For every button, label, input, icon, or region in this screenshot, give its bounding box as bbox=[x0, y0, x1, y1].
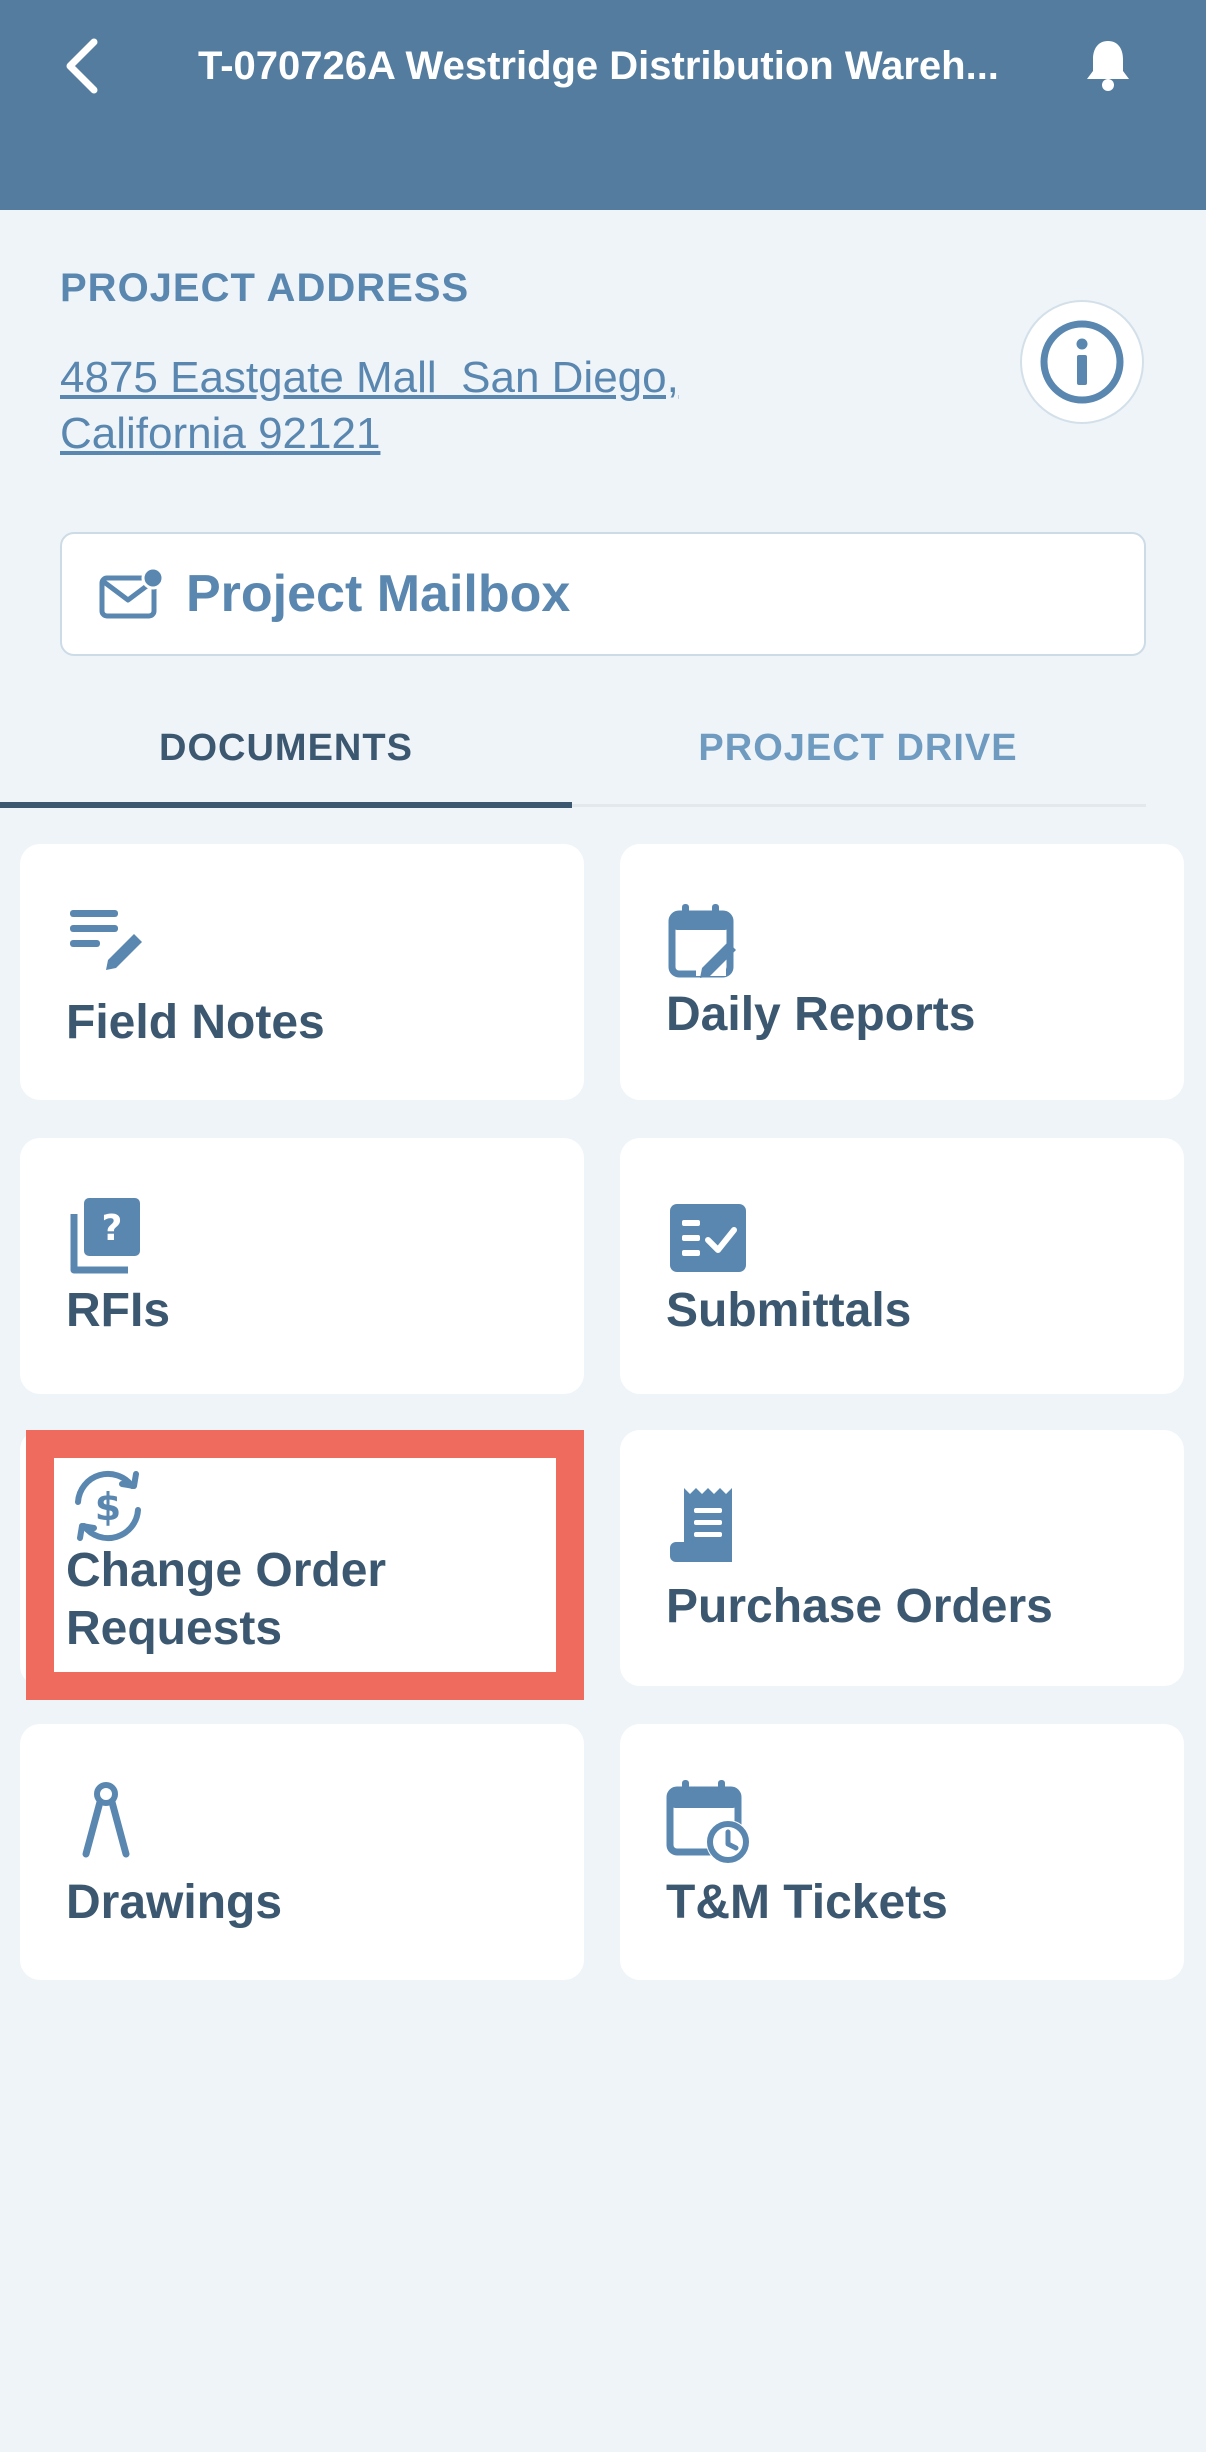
receipt-icon bbox=[670, 1488, 732, 1562]
drawings-label: Drawings bbox=[66, 1876, 283, 1929]
project-mailbox-button[interactable]: Project Mailbox bbox=[60, 532, 1146, 656]
back-button[interactable] bbox=[52, 30, 112, 102]
svg-text:?: ? bbox=[102, 1208, 123, 1249]
submittals-tile[interactable]: Submittals bbox=[620, 1138, 1184, 1394]
active-tab-indicator bbox=[0, 802, 572, 808]
project-mailbox-label: Project Mailbox bbox=[186, 565, 571, 623]
notifications-button[interactable] bbox=[1080, 34, 1136, 96]
chevron-left-icon bbox=[66, 38, 98, 94]
dollar-sync-icon: $ bbox=[75, 1470, 141, 1542]
change-order-requests-tile[interactable]: $ Change Order Requests bbox=[20, 1430, 584, 1686]
project-info-button[interactable] bbox=[1020, 300, 1144, 424]
field-notes-tile[interactable]: Field Notes bbox=[20, 844, 584, 1100]
project-address-link[interactable]: 4875 Eastgate Mall San Diego, California… bbox=[60, 350, 820, 462]
tab-documents[interactable]: DOCUMENTS bbox=[0, 690, 572, 806]
svg-text:$: $ bbox=[95, 1485, 121, 1529]
checklist-icon bbox=[670, 1204, 746, 1272]
rfis-tile[interactable]: ? RFIs bbox=[20, 1138, 584, 1394]
rfis-label: RFIs bbox=[66, 1284, 171, 1337]
compass-icon bbox=[82, 1782, 130, 1858]
drawings-tile[interactable]: Drawings bbox=[20, 1724, 584, 1980]
address-line-1: 4875 Eastgate Mall San Diego, bbox=[60, 353, 679, 402]
purchase-orders-tile[interactable]: Purchase Orders bbox=[620, 1430, 1184, 1686]
mail-notification-icon bbox=[99, 566, 164, 619]
calendar-clock-icon bbox=[666, 1780, 750, 1864]
change-order-label-line-2: Requests bbox=[66, 1602, 283, 1655]
field-notes-label: Field Notes bbox=[66, 996, 325, 1049]
tm-tickets-tile[interactable]: T&M Tickets bbox=[620, 1724, 1184, 1980]
change-order-requests-label: Change Order Requests bbox=[66, 1542, 386, 1658]
daily-reports-label: Daily Reports bbox=[666, 988, 976, 1041]
question-document-icon: ? bbox=[70, 1198, 140, 1274]
app-header: T-070726A Westridge Distribution Wareh..… bbox=[0, 0, 1206, 210]
submittals-label: Submittals bbox=[666, 1284, 912, 1337]
calendar-edit-icon bbox=[668, 904, 736, 978]
project-address-heading: PROJECT ADDRESS bbox=[60, 266, 470, 310]
tab-divider bbox=[572, 804, 1146, 807]
info-icon bbox=[1040, 320, 1124, 404]
notes-edit-icon bbox=[70, 910, 142, 970]
purchase-orders-label: Purchase Orders bbox=[666, 1580, 1053, 1633]
project-title: T-070726A Westridge Distribution Wareh..… bbox=[198, 44, 999, 88]
tm-tickets-label: T&M Tickets bbox=[666, 1876, 948, 1929]
address-line-2: California 92121 bbox=[60, 409, 381, 458]
bell-icon bbox=[1087, 41, 1129, 91]
change-order-label-line-1: Change Order bbox=[66, 1544, 387, 1597]
daily-reports-tile[interactable]: Daily Reports bbox=[620, 844, 1184, 1100]
tab-project-drive[interactable]: PROJECT DRIVE bbox=[572, 690, 1144, 806]
